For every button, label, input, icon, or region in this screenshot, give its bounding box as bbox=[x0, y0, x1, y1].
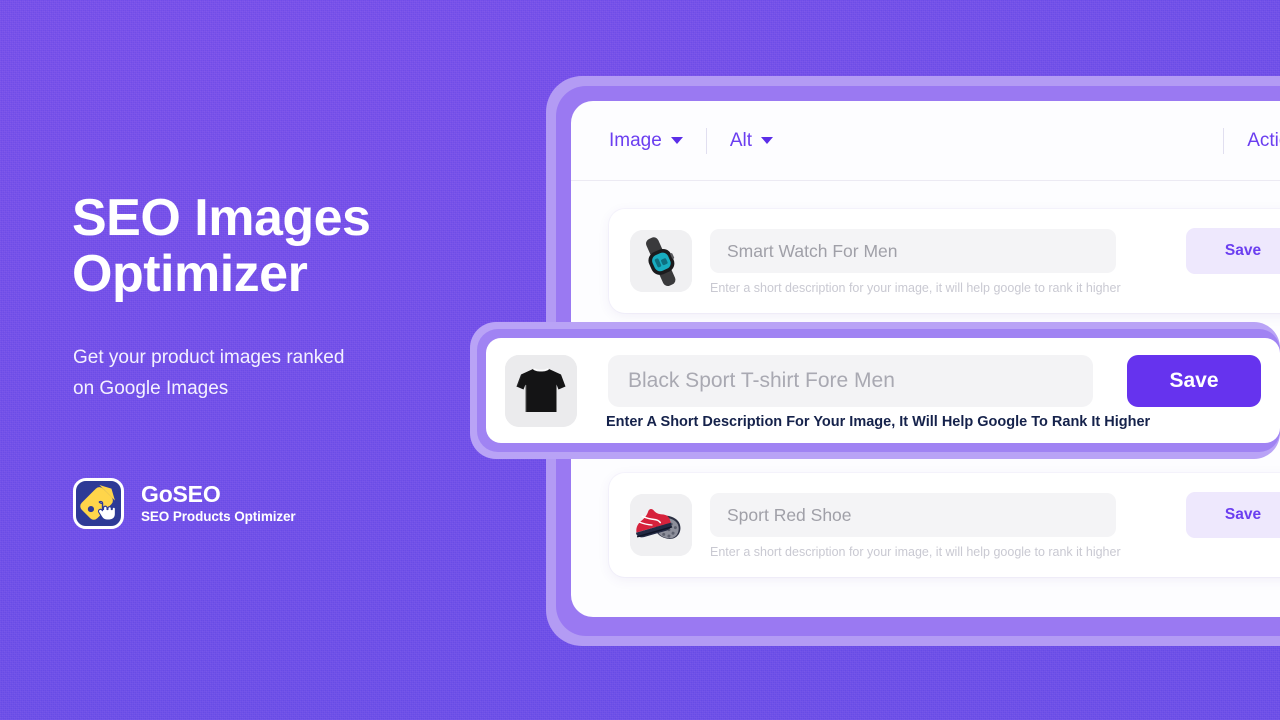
save-button-primary[interactable]: Save bbox=[1127, 355, 1261, 407]
subtitle-line-1: Get your product images ranked bbox=[73, 347, 345, 368]
toolbar-divider bbox=[705, 127, 707, 154]
brand-lockup: GoSEO SEO Products Optimizer bbox=[73, 478, 296, 529]
hero-panel: SEO Images Optimizer Get your product im… bbox=[72, 0, 492, 720]
red-sport-shoe-thumbnail bbox=[630, 494, 692, 556]
hero-subtitle: Get your product images ranked on Google… bbox=[73, 343, 473, 405]
headline-line-1: SEO Images bbox=[72, 189, 371, 247]
save-button[interactable]: Save bbox=[1186, 492, 1280, 538]
toolbar-filter-image-label: Image bbox=[609, 129, 662, 151]
alt-text-value: Sport Red Shoe bbox=[727, 504, 852, 525]
brand-name: GoSEO bbox=[141, 481, 221, 508]
promo-banner: SEO Images Optimizer Get your product im… bbox=[0, 0, 1280, 720]
alt-text-hint: Enter a short description for your image… bbox=[710, 545, 1121, 559]
alt-text-hint: Enter a short description for your image… bbox=[710, 281, 1121, 295]
smart-watch-thumbnail bbox=[630, 230, 692, 292]
toolbar: Image Alt Action bbox=[571, 101, 1280, 181]
subtitle-line-2: on Google Images bbox=[73, 377, 229, 399]
toolbar-filter-alt[interactable]: Alt bbox=[730, 130, 773, 152]
alt-text-hint-focused: Enter A Short Description For Your Image… bbox=[606, 414, 1151, 430]
brand-tagline: SEO Products Optimizer bbox=[141, 508, 296, 524]
alt-text-input-focused[interactable]: Black Sport T-shirt Fore Men bbox=[608, 355, 1093, 407]
price-tag-cursor-icon bbox=[73, 478, 124, 529]
save-button[interactable]: Save bbox=[1186, 228, 1280, 274]
alt-text-value: Smart Watch For Men bbox=[727, 240, 898, 261]
toolbar-divider bbox=[1223, 127, 1225, 154]
toolbar-action-label: Action bbox=[1247, 129, 1280, 151]
alt-text-input[interactable]: Sport Red Shoe bbox=[710, 493, 1116, 537]
alt-text-input[interactable]: Smart Watch For Men bbox=[710, 229, 1116, 273]
toolbar-filter-alt-label: Alt bbox=[729, 129, 752, 151]
chevron-down-icon bbox=[761, 137, 773, 144]
black-tshirt-thumbnail bbox=[505, 355, 577, 427]
table-row-focused[interactable]: Black Sport T-shirt Fore Men Enter A Sho… bbox=[486, 338, 1280, 443]
alt-text-value: Black Sport T-shirt Fore Men bbox=[628, 369, 895, 392]
page-title: SEO Images Optimizer bbox=[72, 190, 502, 302]
toolbar-action-menu[interactable]: Action bbox=[1247, 130, 1280, 152]
toolbar-filter-image[interactable]: Image bbox=[609, 130, 683, 152]
headline-line-2: Optimizer bbox=[72, 245, 308, 304]
chevron-down-icon bbox=[670, 137, 683, 144]
table-row[interactable]: Sport Red Shoe Enter a short description… bbox=[609, 473, 1280, 577]
table-row[interactable]: Smart Watch For Men Enter a short descri… bbox=[609, 209, 1280, 313]
